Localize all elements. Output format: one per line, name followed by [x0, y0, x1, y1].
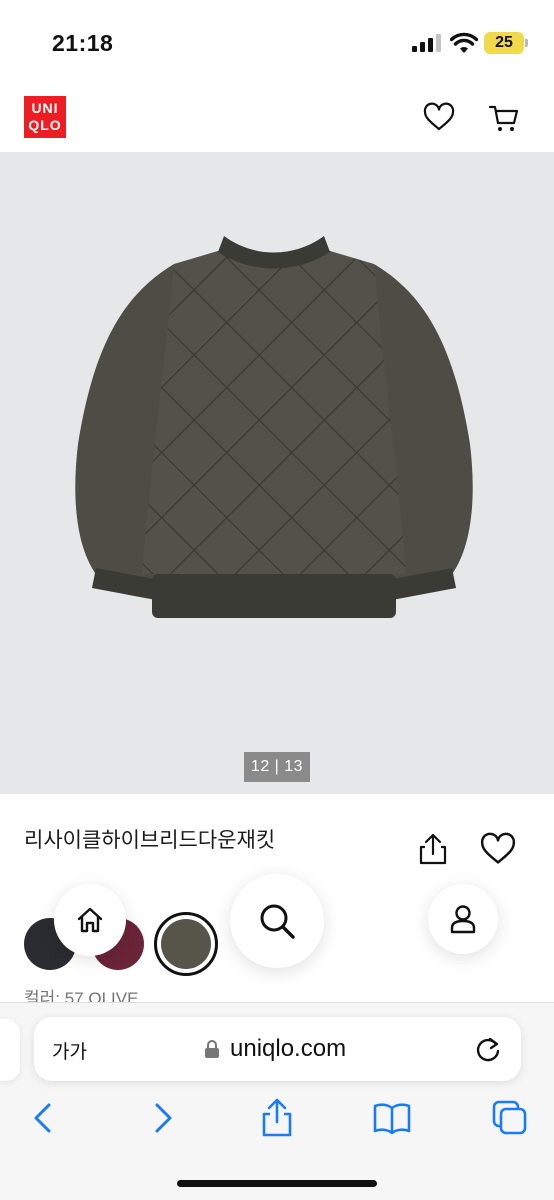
back-arrow-icon[interactable] [24, 1098, 64, 1138]
image-counter: 12 | 13 [244, 752, 310, 782]
wifi-icon [450, 32, 478, 53]
bookmarks-icon[interactable] [372, 1098, 412, 1138]
uniqlo-logo[interactable]: UNI QLO [24, 96, 66, 138]
share-icon[interactable] [416, 832, 450, 866]
home-icon [77, 907, 103, 933]
tabs-icon[interactable] [490, 1098, 530, 1138]
status-bar: 21:18 25 [0, 0, 554, 80]
product-title: 리사이클하이브리드다운재킷 [24, 829, 276, 852]
search-button[interactable] [230, 874, 324, 968]
battery-nub [525, 39, 528, 47]
color-swatch-olive[interactable] [161, 919, 211, 969]
lock-icon [205, 1040, 219, 1058]
account-icon [450, 905, 476, 934]
text-size-button[interactable]: 가가 [52, 1037, 87, 1064]
cart-icon[interactable] [488, 102, 520, 134]
previous-tab-edge[interactable] [0, 1019, 20, 1081]
url-text[interactable]: uniqlo.com [230, 1035, 346, 1063]
address-bar[interactable]: 가가 uniqlo.com [34, 1017, 521, 1081]
search-icon [260, 904, 295, 939]
cellular-signal-icon [412, 34, 441, 52]
battery-indicator: 25 [484, 32, 524, 54]
favorite-heart-icon[interactable] [480, 832, 516, 868]
jacket-product-photo [75, 236, 473, 618]
logo-line-2: QLO [28, 117, 62, 133]
site-header: UNI QLO [0, 80, 554, 152]
account-button[interactable] [428, 884, 498, 954]
product-image-gallery[interactable]: 12 | 13 [0, 152, 554, 794]
status-time: 21:18 [52, 30, 114, 56]
forward-arrow-icon[interactable] [142, 1098, 182, 1138]
reload-icon[interactable] [474, 1035, 502, 1063]
home-indicator [177, 1180, 377, 1187]
home-button[interactable] [54, 884, 126, 956]
share-sheet-icon[interactable] [257, 1098, 297, 1138]
wishlist-heart-icon[interactable] [423, 102, 455, 134]
logo-line-1: UNI [31, 100, 59, 116]
